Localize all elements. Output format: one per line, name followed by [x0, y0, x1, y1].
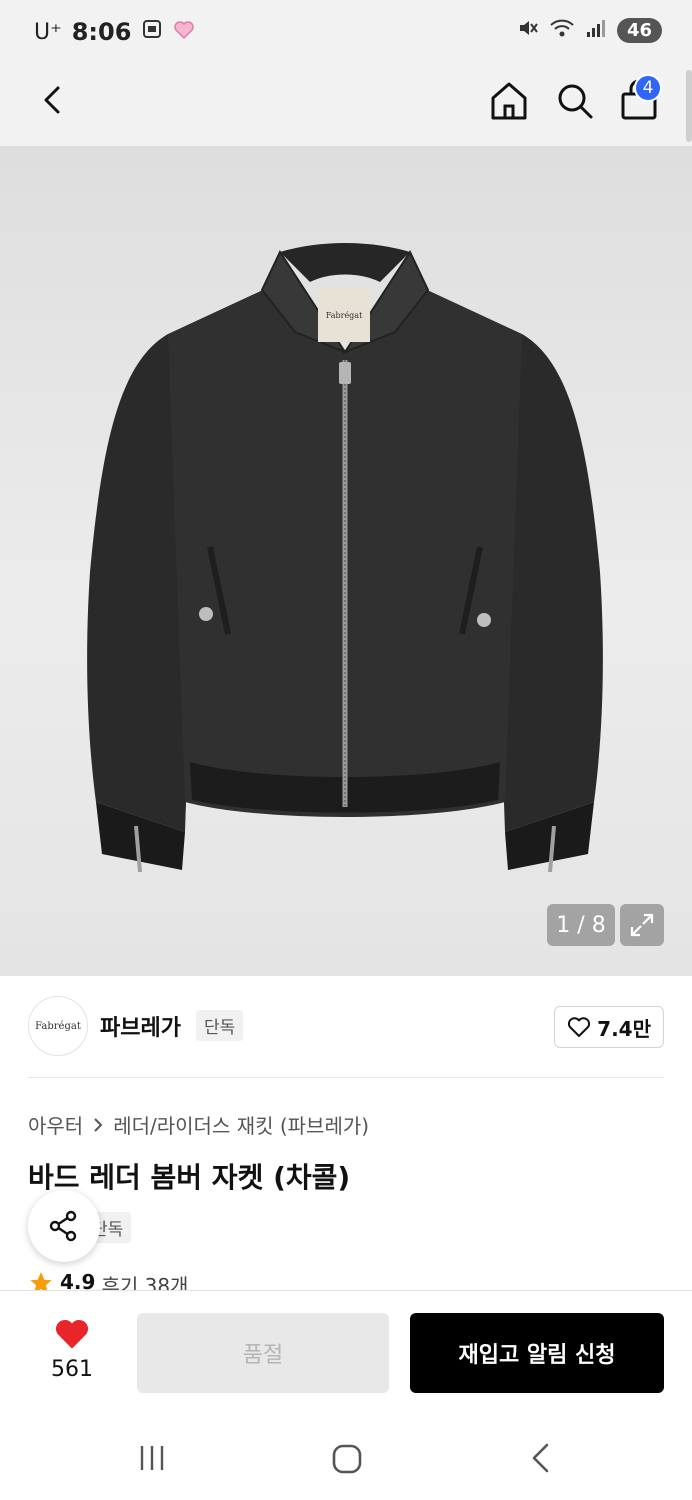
wishlist-count: 561	[51, 1357, 93, 1382]
recent-apps-button[interactable]	[136, 1442, 168, 1478]
screenshot-icon	[141, 18, 163, 46]
status-bar: U⁺ 8:06 46	[0, 0, 692, 66]
clock: 8:06	[71, 18, 132, 46]
product-photo: Fabrégat	[87, 243, 603, 873]
wifi-icon	[549, 18, 575, 43]
recent-apps-icon	[140, 1446, 164, 1470]
breadcrumb-item[interactable]: 아우터	[28, 1110, 83, 1139]
cart-count-badge: 4	[634, 74, 662, 102]
restock-notify-button[interactable]: 재입고 알림 신청	[410, 1313, 664, 1393]
brand-logo[interactable]: Fabrégat	[28, 996, 88, 1056]
brand-name[interactable]: 파브레가	[100, 1010, 181, 1042]
review-count[interactable]: 후기 38개	[101, 1270, 188, 1290]
heart-status-icon	[173, 18, 195, 46]
wishlist-button[interactable]: 561	[30, 1317, 114, 1387]
image-counter: 1 / 8	[547, 904, 615, 946]
jacket-brand-label: Fabrégat	[326, 311, 363, 320]
purchase-action-bar: 561 품절 재입고 알림 신청	[0, 1290, 692, 1414]
mute-icon	[517, 18, 539, 43]
divider	[28, 1077, 664, 1078]
chevron-left-icon	[44, 86, 60, 114]
scrollbar[interactable]	[686, 70, 692, 142]
product-image-gallery[interactable]: Fabrégat 1 / 8	[0, 146, 692, 976]
search-icon	[558, 84, 593, 119]
search-button[interactable]	[554, 80, 596, 122]
battery-indicator: 46	[616, 18, 662, 43]
soldout-button: 품절	[137, 1313, 389, 1393]
carrier-label: U⁺	[34, 19, 62, 45]
brand-row: Fabrégat 파브레가 단독 7.4만	[28, 996, 664, 1056]
back-button[interactable]	[34, 82, 74, 122]
home-circle-icon	[332, 1444, 362, 1474]
expand-icon	[630, 913, 654, 937]
exclusive-badge: 단독	[196, 1010, 244, 1041]
chevron-right-icon	[94, 1117, 103, 1132]
home-button[interactable]	[488, 80, 530, 122]
system-home-button[interactable]	[330, 1442, 364, 1480]
product-title: 바드 레더 봄버 자켓 (차콜)	[28, 1161, 351, 1194]
home-icon	[491, 82, 527, 120]
heart-outline-icon	[568, 1017, 591, 1037]
rating-score: 4.9	[60, 1270, 96, 1290]
brand-like-button[interactable]: 7.4만	[554, 1006, 664, 1048]
system-navigation-bar	[0, 1414, 692, 1500]
breadcrumb-item[interactable]: 레더/라이더스 재킷 (파브레가)	[113, 1110, 369, 1139]
breadcrumb: 아우터 레더/라이더스 재킷 (파브레가)	[28, 1110, 369, 1139]
rating-row[interactable]: 4.9 후기 38개	[28, 1270, 188, 1290]
brand-like-count: 7.4만	[597, 1016, 651, 1041]
app-header: 4	[0, 66, 692, 146]
share-button[interactable]	[28, 1190, 100, 1262]
star-icon	[30, 1272, 52, 1290]
system-back-button[interactable]	[526, 1442, 558, 1478]
share-icon	[49, 1210, 77, 1242]
signal-icon	[585, 18, 607, 43]
heart-filled-icon	[55, 1319, 89, 1349]
expand-image-button[interactable]	[620, 904, 664, 946]
back-arrow-icon	[532, 1443, 549, 1473]
